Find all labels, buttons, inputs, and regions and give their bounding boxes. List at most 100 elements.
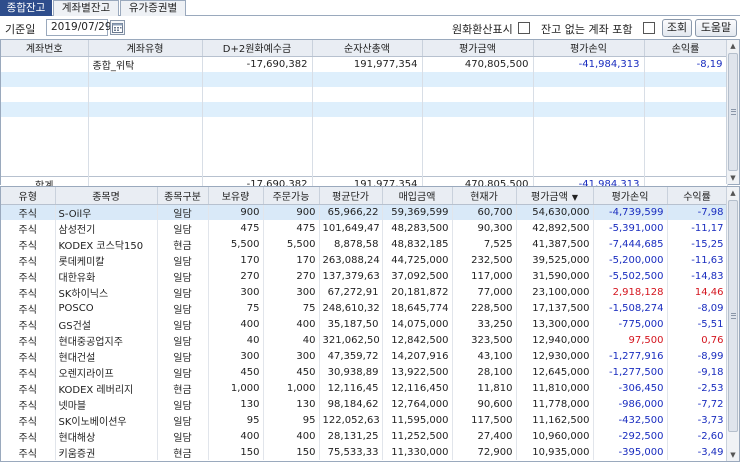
col-current-price[interactable]: 현재가 (452, 187, 517, 205)
col-purchase-amount[interactable]: 매입금액 (382, 187, 453, 205)
cell-category: 일담 (157, 268, 209, 284)
scroll-down-icon[interactable]: ▼ (727, 172, 739, 184)
tab-by-security[interactable]: 유가증권별 (120, 0, 186, 16)
cell-eval-amount: 11,810,000 (516, 380, 594, 396)
summary-net-assets: 191,977,354 (312, 56, 423, 72)
cell-quantity: 900 (208, 204, 264, 220)
table-row[interactable]: 주식 SK이노베이션우 일담 95 95 122,052,63 11,595,000 117,… (1, 412, 728, 428)
table-row[interactable]: 주식 롯데케미칼 일담 170 170 263,088,24 44,725,000 232,5… (1, 252, 728, 268)
table-row[interactable]: 주식 GS건설 일담 400 400 35,187,50 14,075,000 33,250 1… (1, 316, 728, 332)
summary-scrollbar[interactable]: ▲ ▼ (726, 40, 739, 184)
cell-current-price: 323,500 (452, 332, 517, 348)
col-account-type[interactable]: 계좌유형 (88, 40, 203, 57)
cell-quantity: 300 (208, 348, 264, 364)
cell-name: S-Oil우 (55, 204, 158, 220)
cell-category: 일담 (157, 332, 209, 348)
cell-return-rate: 0,76 (667, 332, 728, 348)
cell-orderable: 1,000 (263, 380, 320, 396)
empty-row (1, 146, 728, 162)
cell-current-price: 11,810 (452, 380, 517, 396)
cell-kind: 주식 (1, 284, 56, 300)
search-button[interactable]: 조회 (662, 19, 692, 37)
cell-quantity: 40 (208, 332, 264, 348)
col-name[interactable]: 종목명 (55, 187, 158, 205)
table-row[interactable]: 주식 현대중공업지주 일담 40 40 321,062,50 12,842,500 323,5… (1, 332, 728, 348)
holdings-scrollbar[interactable]: ▲ ▼ (726, 187, 739, 461)
col-net-assets[interactable]: 순자산총액 (312, 40, 423, 57)
scroll-down-icon[interactable]: ▼ (727, 449, 739, 461)
cell-name: 현대해상 (55, 428, 158, 444)
table-row[interactable]: 주식 삼성전기 일담 475 475 101,649,47 48,283,500 90,300… (1, 220, 728, 236)
cell-orderable: 40 (263, 332, 320, 348)
cell-kind: 주식 (1, 428, 56, 444)
summary-grid: 계좌번호 계좌유형 D+2원화예수금 순자산총액 평가금액 평가손익 손익률 종… (0, 39, 740, 192)
include-empty-checkbox[interactable] (643, 22, 655, 34)
cell-avg-price: 321,062,50 (319, 332, 383, 348)
summary-row[interactable]: 종합_위탁 -17,690,382 191,977,354 470,805,50… (1, 56, 728, 72)
cell-name: KODEX 코스닥150 (55, 236, 158, 252)
col-quantity[interactable]: 보유량 (208, 187, 264, 205)
cell-orderable: 5,500 (263, 236, 320, 252)
table-row[interactable]: 주식 오렌지라이프 일담 450 450 30,938,89 13,922,500 28,10… (1, 364, 728, 380)
col-pnl-rate[interactable]: 손익률 (644, 40, 728, 57)
tab-total-balance[interactable]: 종합잔고 (0, 0, 52, 16)
cell-orderable: 170 (263, 252, 320, 268)
col-category[interactable]: 종목구분 (157, 187, 209, 205)
tab-account-balance[interactable]: 계좌별잔고 (53, 0, 119, 16)
cell-avg-price: 30,938,89 (319, 364, 383, 380)
empty-row (1, 161, 728, 177)
cell-return-rate: -3,73 (667, 412, 728, 428)
scroll-up-icon[interactable]: ▲ (727, 187, 739, 199)
scroll-up-icon[interactable]: ▲ (727, 40, 739, 52)
cell-purchase-amount: 44,725,000 (382, 252, 453, 268)
cell-return-rate: -2,53 (667, 380, 728, 396)
cell-purchase-amount: 12,764,000 (382, 396, 453, 412)
cell-eval-amount: 41,387,500 (516, 236, 594, 252)
empty-row (1, 71, 728, 87)
table-row[interactable]: 주식 S-Oil우 일담 900 900 65,966,22 59,369,599 60,70… (1, 204, 728, 220)
include-empty-label: 잔고 없는 계좌 포함 (541, 23, 633, 36)
col-eval-pnl[interactable]: 평가손익 (533, 40, 645, 57)
help-button[interactable]: 도움말 (695, 19, 737, 37)
col-deposit[interactable]: D+2원화예수금 (202, 40, 313, 57)
table-row[interactable]: 주식 현대건설 일담 300 300 47,359,72 14,207,916 43,100 1… (1, 348, 728, 364)
col-account-number[interactable]: 계좌번호 (1, 40, 89, 57)
cell-purchase-amount: 11,330,000 (382, 444, 453, 460)
cell-avg-price: 47,359,72 (319, 348, 383, 364)
cell-return-rate: -11,17 (667, 220, 728, 236)
table-row[interactable]: 주식 키움증권 현금 150 150 75,533,33 11,330,000 72,900 1… (1, 444, 728, 460)
col-return-rate[interactable]: 수익률 (667, 187, 728, 205)
col-orderable[interactable]: 주문가능 (263, 187, 320, 205)
table-row[interactable]: 주식 POSCO 일담 75 75 248,610,32 18,645,774 228,500… (1, 300, 728, 316)
cell-eval-pnl: -4,739,599 (593, 204, 668, 220)
cell-orderable: 475 (263, 220, 320, 236)
cell-eval-amount: 23,100,000 (516, 284, 594, 300)
cell-avg-price: 28,131,25 (319, 428, 383, 444)
cell-return-rate: -15,25 (667, 236, 728, 252)
table-row[interactable]: 주식 현대해상 일담 400 400 28,131,25 11,252,500 27,400 1… (1, 428, 728, 444)
calendar-icon[interactable] (110, 20, 125, 35)
cell-purchase-amount: 20,181,872 (382, 284, 453, 300)
table-row[interactable]: 주식 대한유화 일담 270 270 137,379,63 37,092,500 117,00… (1, 268, 728, 284)
cell-orderable: 300 (263, 284, 320, 300)
table-row[interactable]: 주식 넷마블 일담 130 130 98,184,62 12,764,000 90,600 11… (1, 396, 728, 412)
scroll-thumb[interactable] (728, 200, 738, 432)
col-eval-amount[interactable]: 평가금액 ▼ (516, 187, 594, 205)
cell-orderable: 130 (263, 396, 320, 412)
cell-kind: 주식 (1, 348, 56, 364)
col-kind[interactable]: 유형 (1, 187, 56, 205)
table-row[interactable]: 주식 KODEX 코스닥150 현금 5,500 5,500 8,878,58 48,832… (1, 236, 728, 252)
sort-desc-icon[interactable]: ▼ (572, 193, 578, 202)
fx-display-checkbox[interactable] (518, 22, 530, 34)
table-row[interactable]: 주식 KODEX 레버리지 현금 1,000 1,000 12,116,45 12,116,… (1, 380, 728, 396)
scroll-thumb[interactable] (728, 53, 738, 171)
cell-category: 현금 (157, 444, 209, 460)
date-input[interactable]: 2019/07/29 (46, 19, 112, 36)
col-eval-pnl[interactable]: 평가손익 (593, 187, 668, 205)
cell-category: 일담 (157, 428, 209, 444)
col-eval-amount[interactable]: 평가금액 (422, 40, 534, 57)
table-row[interactable]: 주식 SK하이닉스 일담 300 300 67,272,91 20,181,872 77,00… (1, 284, 728, 300)
cell-return-rate: -8,09 (667, 300, 728, 316)
cell-current-price: 117,500 (452, 412, 517, 428)
col-avg-price[interactable]: 평균단가 (319, 187, 383, 205)
